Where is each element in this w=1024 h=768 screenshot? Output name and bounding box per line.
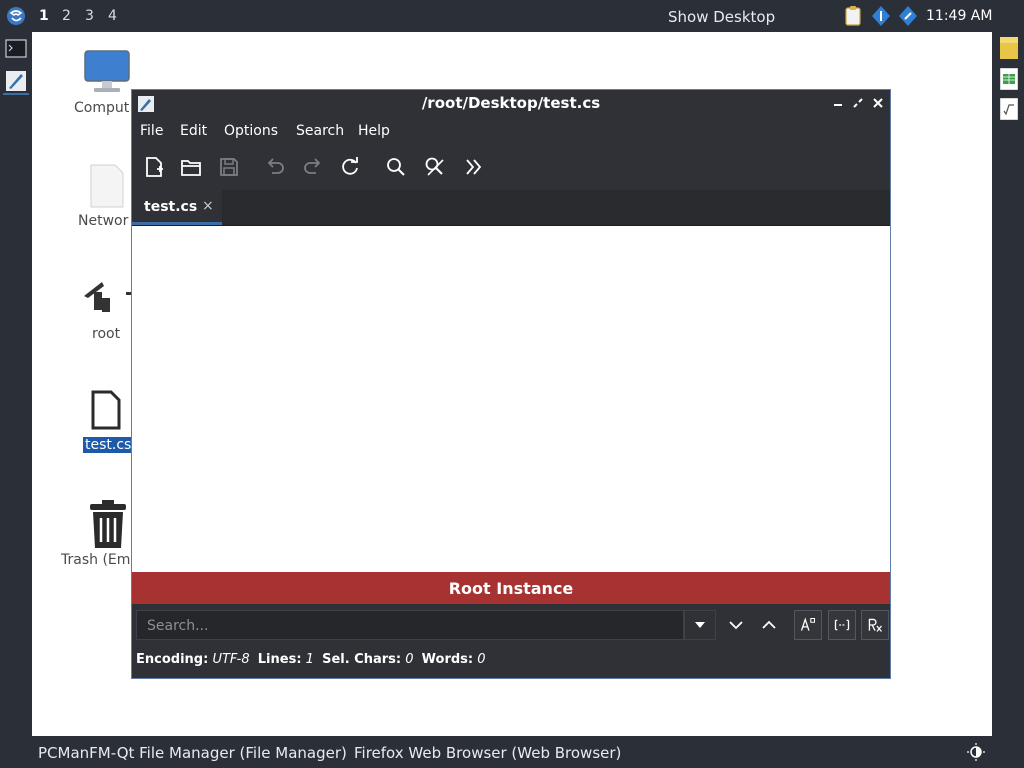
redo-icon[interactable] [300, 154, 326, 180]
reload-icon[interactable] [337, 154, 363, 180]
desktop-label-computer[interactable]: Comput [74, 100, 129, 116]
menu-help[interactable]: Help [358, 123, 390, 139]
close-icon[interactable] [870, 95, 886, 111]
words-value: 0 [477, 652, 486, 667]
menu-file[interactable]: File [140, 123, 163, 139]
match-case-icon[interactable] [794, 610, 822, 640]
menu-search[interactable]: Search [296, 123, 344, 139]
dropdown-arrow-icon [695, 622, 705, 628]
search-box[interactable] [136, 610, 689, 641]
qt-designer-icon[interactable] [1000, 37, 1018, 59]
taskbar-item-file-manager[interactable]: PCManFM-Qt File Manager (File Manager) [38, 744, 347, 762]
file-icon[interactable] [90, 390, 122, 430]
text-editor-icon[interactable] [5, 70, 27, 92]
desktop-label-network[interactable]: Networ [78, 213, 128, 229]
active-task-indicator [3, 93, 29, 95]
text-editor-area[interactable] [132, 226, 890, 572]
workspace-1[interactable]: 1 [34, 2, 52, 30]
update-tray-icon[interactable] [898, 5, 918, 27]
search-bar [132, 606, 890, 646]
desktop-label-root[interactable]: root [92, 326, 120, 342]
workspace-2[interactable]: 2 [62, 8, 71, 24]
app-menu-icon[interactable] [6, 6, 26, 26]
regex-icon[interactable] [861, 610, 889, 640]
left-panel [0, 32, 32, 736]
clipboard-icon[interactable] [843, 5, 863, 27]
home-folder-icon[interactable] [82, 278, 132, 316]
replace-icon[interactable] [422, 154, 448, 180]
more-icon[interactable] [461, 154, 487, 180]
tab-label: test.cs [144, 199, 198, 215]
lines-label: Lines: [257, 652, 302, 667]
window-title: /root/Desktop/test.cs [421, 94, 601, 112]
network-tray-icon[interactable] [871, 5, 891, 27]
encoding-value[interactable]: UTF-8 [212, 652, 249, 667]
search-input[interactable] [137, 611, 689, 641]
right-panel [992, 32, 1024, 736]
menubar: File Edit Options Search Help [132, 118, 890, 144]
toolbar [132, 150, 890, 186]
workspace-4[interactable]: 4 [108, 8, 117, 24]
new-file-icon[interactable] [141, 154, 167, 180]
search-history-dropdown[interactable] [684, 610, 716, 640]
spreadsheet-icon[interactable] [1000, 68, 1018, 90]
workspace-3[interactable]: 3 [85, 8, 94, 24]
terminal-icon[interactable] [5, 38, 27, 60]
minimize-icon[interactable] [830, 95, 846, 111]
night-mode-icon[interactable] [967, 743, 985, 761]
open-folder-icon[interactable] [178, 154, 204, 180]
tab-bar: test.cs × [132, 190, 890, 226]
formula-icon[interactable] [1000, 98, 1018, 120]
taskbar-item-firefox[interactable]: Firefox Web Browser (Web Browser) [354, 744, 621, 762]
find-next-icon[interactable] [722, 610, 750, 640]
words-label: Words: [421, 652, 474, 667]
undo-icon[interactable] [262, 154, 288, 180]
find-previous-icon[interactable] [755, 610, 783, 640]
show-desktop-button[interactable]: Show Desktop [668, 8, 775, 26]
tab-close-icon[interactable]: × [202, 198, 214, 214]
find-icon[interactable] [383, 154, 409, 180]
network-icon[interactable] [89, 163, 125, 209]
whole-word-icon[interactable] [828, 610, 856, 640]
editor-window: /root/Desktop/test.cs File Edit Options … [131, 89, 891, 679]
root-instance-text: Root Instance [448, 579, 574, 598]
sel-chars-value: 0 [405, 652, 414, 667]
menu-options[interactable]: Options [224, 123, 278, 139]
tab-test-cs[interactable]: test.cs × [132, 190, 222, 225]
window-titlebar[interactable]: /root/Desktop/test.cs [132, 90, 890, 117]
trash-icon[interactable] [86, 500, 130, 550]
root-instance-banner: Root Instance [132, 572, 890, 604]
sel-chars-label: Sel. Chars: [322, 652, 402, 667]
top-panel: 1 2 3 4 Show Desktop 11:49 AM [0, 0, 1024, 32]
desktop-label-test-cs[interactable]: test.cs [83, 437, 134, 453]
desktop-label-trash[interactable]: Trash (Em [61, 552, 130, 568]
menu-edit[interactable]: Edit [180, 123, 207, 139]
lines-value: 1 [305, 652, 314, 667]
maximize-icon[interactable] [850, 95, 866, 111]
status-bar: Encoding: UTF-8 Lines: 1 Sel. Chars: 0 W… [136, 652, 486, 667]
encoding-label: Encoding: [136, 652, 209, 667]
computer-icon[interactable] [84, 50, 130, 94]
save-icon[interactable] [216, 154, 242, 180]
clock[interactable]: 11:49 AM [926, 8, 992, 24]
